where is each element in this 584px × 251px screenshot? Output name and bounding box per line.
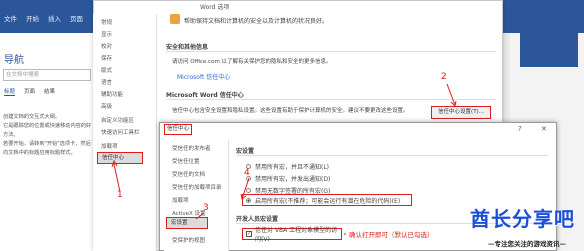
step-4-label: 4: [244, 168, 250, 178]
arrow-step3: [195, 212, 205, 220]
confirm-note: 确认打开即可（默认已勾选）: [349, 231, 434, 239]
step-1-label: 1: [117, 190, 123, 200]
watermark-slogan: —专注您关注的游戏资讯—: [488, 240, 566, 248]
watermark-brand: 酋长分享吧: [470, 207, 575, 231]
arrow-step2: [446, 83, 456, 106]
step-2-label: 2: [441, 72, 447, 82]
step-3-label: 3: [203, 203, 209, 213]
arrow-step1: [113, 163, 121, 193]
